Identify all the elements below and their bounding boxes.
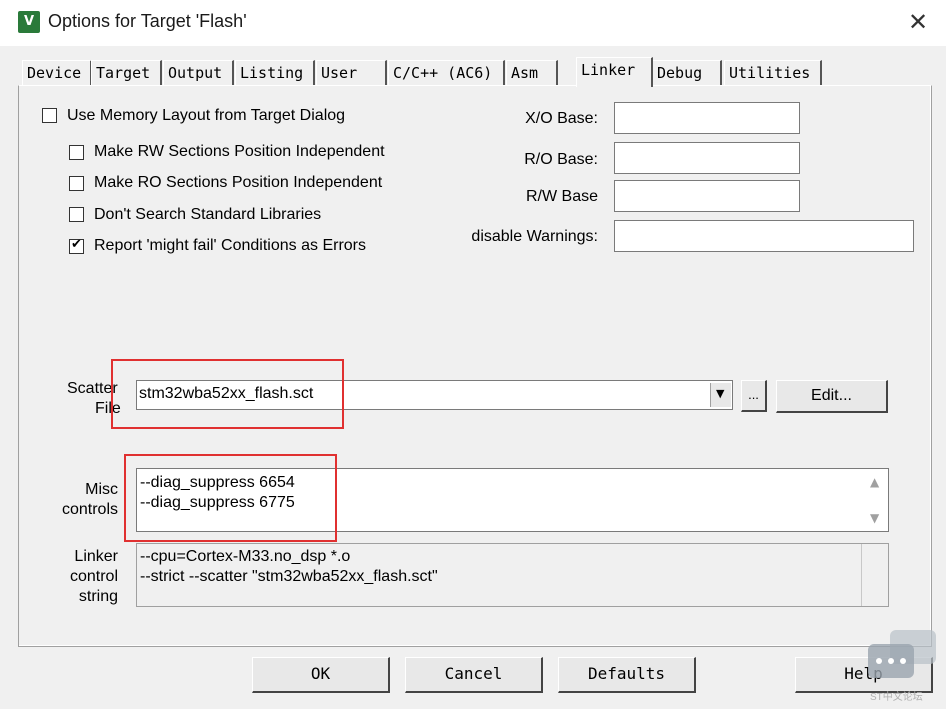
options-dialog: V Options for Target 'Flash' ✕ Device Ta… — [0, 0, 946, 709]
ro-position-independent-label: Make RO Sections Position Independent — [94, 174, 383, 191]
tab-target[interactable]: Target — [91, 60, 162, 86]
checkmark-icon: ✔ — [71, 237, 82, 252]
tab-cc-ac6[interactable]: C/C++ (AC6) — [388, 60, 505, 86]
use-memory-layout-checkbox[interactable] — [42, 108, 57, 123]
xo-base-input[interactable] — [614, 102, 800, 134]
tab-utilities[interactable]: Utilities — [724, 60, 822, 86]
tab-user[interactable]: User — [316, 60, 387, 86]
browse-button[interactable]: ... — [741, 380, 767, 412]
report-might-fail-label: Report 'might fail' Conditions as Errors — [94, 237, 366, 254]
defaults-button[interactable]: Defaults — [558, 657, 696, 693]
dropdown-button[interactable]: ▼ — [710, 383, 731, 407]
chat-bubble-watermark-icon — [868, 630, 936, 678]
cancel-button[interactable]: Cancel — [405, 657, 543, 693]
ro-position-independent-checkbox[interactable] — [69, 176, 84, 191]
edit-scatter-button[interactable]: Edit... — [776, 380, 888, 413]
dont-search-std-libs-checkbox[interactable] — [69, 207, 84, 222]
rw-position-independent-checkbox[interactable] — [69, 145, 84, 160]
rw-position-independent-label: Make RW Sections Position Independent — [94, 143, 385, 160]
scroll-up-icon[interactable]: ▲ — [870, 475, 879, 489]
linker-string-label: Linker — [74, 548, 118, 565]
window-title: Options for Target 'Flash' — [48, 11, 247, 31]
rw-base-label: R/W Base — [525, 188, 598, 205]
keil-uvision-icon: V — [18, 11, 40, 33]
close-icon[interactable]: ✕ — [902, 6, 934, 38]
linker-control-string-box: --cpu=Cortex-M33.no_dsp *.o --strict --s… — [136, 543, 889, 607]
dont-search-std-libs-label: Don't Search Standard Libraries — [94, 206, 322, 223]
tab-listing[interactable]: Listing — [235, 60, 315, 86]
watermark-text: ST中文论坛 — [870, 692, 923, 703]
linker-string-label-string: string — [78, 588, 118, 605]
misc-label-controls: controls — [61, 501, 118, 518]
disable-warnings-label: disable Warnings: — [471, 228, 598, 245]
scrollbar[interactable] — [861, 544, 888, 606]
scroll-down-icon[interactable]: ▼ — [870, 511, 879, 525]
use-memory-layout-label: Use Memory Layout from Target Dialog — [67, 107, 346, 124]
rw-base-input[interactable] — [614, 180, 800, 212]
highlight-misc — [124, 454, 337, 542]
ro-base-input[interactable] — [614, 142, 800, 174]
disable-warnings-input[interactable] — [614, 220, 914, 252]
tab-asm[interactable]: Asm — [506, 60, 558, 86]
xo-base-label: X/O Base: — [525, 110, 598, 127]
chevron-down-icon: ▼ — [716, 387, 725, 400]
tab-device[interactable]: Device — [22, 60, 92, 86]
tab-debug[interactable]: Debug — [652, 60, 722, 86]
tab-output[interactable]: Output — [163, 60, 234, 86]
highlight-scatter — [111, 359, 344, 429]
ok-button[interactable]: OK — [252, 657, 390, 693]
misc-label: Misc — [85, 481, 118, 498]
linker-string-label-control: control — [69, 568, 118, 585]
report-might-fail-checkbox[interactable]: ✔ — [69, 237, 84, 254]
ro-base-label: R/O Base: — [524, 151, 598, 168]
tab-linker[interactable]: Linker — [576, 57, 653, 87]
title-bar: V Options for Target 'Flash' ✕ — [0, 0, 946, 46]
